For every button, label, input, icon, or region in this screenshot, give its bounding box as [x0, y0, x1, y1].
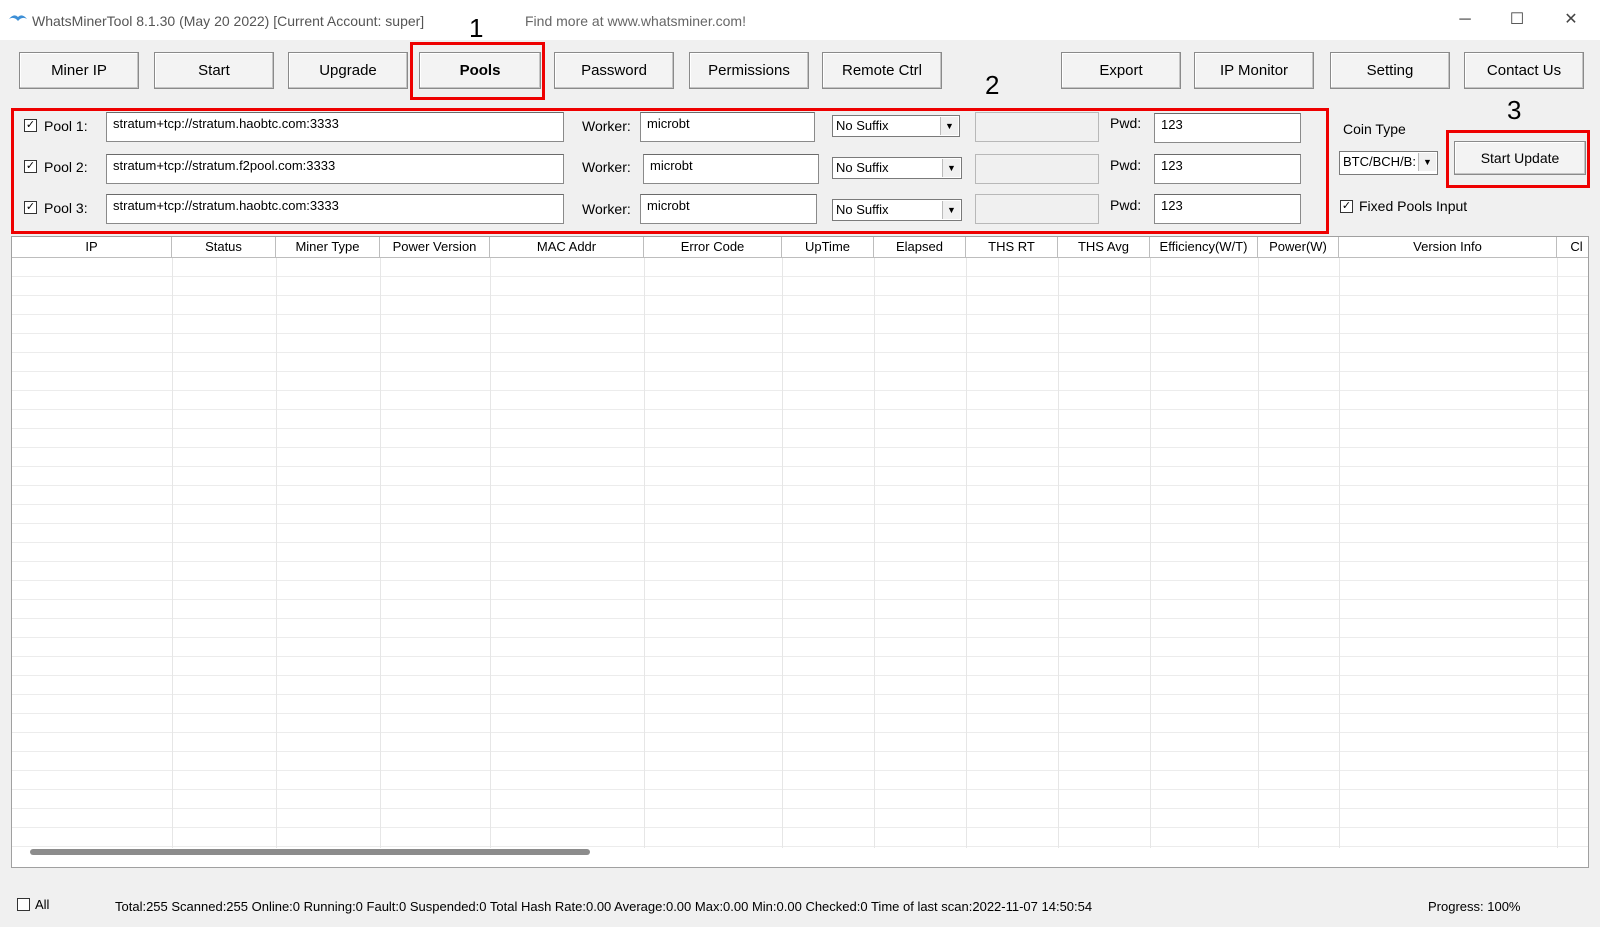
pool-3-worker-label: Worker:	[582, 201, 631, 217]
pool-config-panel: ✓ Pool 1: stratum+tcp://stratum.haobtc.c…	[0, 112, 1330, 232]
annotation-number-2: 2	[985, 70, 1000, 100]
pool-1-pwd-label: Pwd:	[1110, 115, 1142, 131]
coin-type-value: BTC/BCH/B:	[1343, 154, 1416, 169]
column-header-status[interactable]: Status	[172, 237, 276, 257]
pool-1-url-input[interactable]: stratum+tcp://stratum.haobtc.com:3333	[106, 112, 564, 142]
column-header-power[interactable]: Power(W)	[1258, 237, 1339, 257]
pool-3-checkbox[interactable]: ✓	[24, 201, 37, 214]
column-header-mac-addr[interactable]: MAC Addr	[490, 237, 644, 257]
pool-2-pwd-input[interactable]: 123	[1154, 154, 1301, 184]
pool-1-worker-input[interactable]: microbt	[640, 112, 815, 142]
chevron-down-icon: ▼	[1418, 153, 1436, 171]
column-header-ths-avg[interactable]: THS Avg	[1058, 237, 1150, 257]
pool-3-suffix-select[interactable]: No Suffix ▼	[832, 199, 962, 221]
select-all-label: All	[35, 897, 50, 912]
start-update-button[interactable]: Start Update	[1454, 141, 1586, 175]
pools-button[interactable]: Pools	[419, 52, 541, 89]
column-divider	[380, 258, 381, 848]
maximize-icon[interactable]: ☐	[1497, 8, 1537, 32]
column-header-cl[interactable]: Cl	[1557, 237, 1588, 257]
website-link[interactable]: Find more at www.whatsminer.com!	[525, 13, 746, 29]
chevron-down-icon: ▼	[942, 159, 960, 177]
column-header-ths-rt[interactable]: THS RT	[966, 237, 1058, 257]
horizontal-scrollbar-thumb[interactable]	[30, 849, 590, 855]
pool-3-worker-input[interactable]: microbt	[640, 194, 817, 224]
pool-2-url-input[interactable]: stratum+tcp://stratum.f2pool.com:3333	[106, 154, 564, 184]
column-divider	[1258, 258, 1259, 848]
column-header-power-version[interactable]: Power Version	[380, 237, 490, 257]
annotation-number-3: 3	[1507, 95, 1522, 125]
pool-1-checkbox[interactable]: ✓	[24, 119, 37, 132]
miner-ip-button[interactable]: Miner IP	[19, 52, 139, 89]
pool-2-suffix-select[interactable]: No Suffix ▼	[832, 157, 962, 179]
pool-1-suffix-value: No Suffix	[836, 118, 889, 133]
column-divider	[782, 258, 783, 848]
column-header-version-info[interactable]: Version Info	[1339, 237, 1557, 257]
close-icon[interactable]: ✕	[1551, 8, 1591, 32]
column-divider	[1557, 258, 1558, 848]
pool-2-label: Pool 2:	[44, 159, 88, 175]
pool-1-label: Pool 1:	[44, 118, 88, 134]
export-button[interactable]: Export	[1061, 52, 1181, 89]
pool-2-pwd-label: Pwd:	[1110, 157, 1142, 173]
pool-1-suffix-field	[975, 112, 1099, 142]
column-divider	[276, 258, 277, 848]
start-button[interactable]: Start	[154, 52, 274, 89]
pool-3-suffix-field	[975, 194, 1099, 224]
ip-monitor-button[interactable]: IP Monitor	[1194, 52, 1314, 89]
column-divider	[1339, 258, 1340, 848]
chevron-down-icon: ▼	[942, 201, 960, 219]
column-divider	[490, 258, 491, 848]
fixed-pools-label: Fixed Pools Input	[1359, 198, 1468, 214]
permissions-button[interactable]: Permissions	[689, 52, 809, 89]
window-title: WhatsMinerTool 8.1.30 (May 20 2022) [Cur…	[32, 13, 425, 29]
column-header-efficiency[interactable]: Efficiency(W/T)	[1150, 237, 1258, 257]
pool-2-worker-input[interactable]: microbt	[643, 154, 819, 184]
miners-table[interactable]: IP Status Miner Type Power Version MAC A…	[11, 236, 1589, 868]
fixed-pools-checkbox[interactable]: ✓	[1340, 200, 1353, 213]
setting-button[interactable]: Setting	[1330, 52, 1450, 89]
column-divider	[644, 258, 645, 848]
title-bar: WhatsMinerTool 8.1.30 (May 20 2022) [Cur…	[0, 0, 1600, 40]
minimize-icon[interactable]: ─	[1445, 8, 1485, 32]
pool-2-suffix-field	[975, 154, 1099, 184]
chevron-down-icon: ▼	[940, 117, 958, 135]
column-divider	[966, 258, 967, 848]
app-logo-icon	[9, 15, 27, 21]
column-header-elapsed[interactable]: Elapsed	[874, 237, 966, 257]
coin-type-select[interactable]: BTC/BCH/B: ▼	[1339, 151, 1438, 175]
pool-3-suffix-value: No Suffix	[836, 202, 889, 217]
pool-1-pwd-input[interactable]: 123	[1154, 113, 1301, 143]
pool-3-pwd-input[interactable]: 123	[1154, 194, 1301, 224]
column-header-miner-type[interactable]: Miner Type	[276, 237, 380, 257]
column-header-error-code[interactable]: Error Code	[644, 237, 782, 257]
pool-2-worker-label: Worker:	[582, 159, 631, 175]
column-header-ip[interactable]: IP	[12, 237, 172, 257]
pool-3-url-input[interactable]: stratum+tcp://stratum.haobtc.com:3333	[106, 194, 564, 224]
column-divider	[172, 258, 173, 848]
column-divider	[1150, 258, 1151, 848]
upgrade-button[interactable]: Upgrade	[288, 52, 408, 89]
column-divider	[1058, 258, 1059, 848]
password-button[interactable]: Password	[554, 52, 674, 89]
table-header: IP Status Miner Type Power Version MAC A…	[12, 237, 1588, 258]
pool-1-worker-label: Worker:	[582, 118, 631, 134]
scan-summary: Total:255 Scanned:255 Online:0 Running:0…	[115, 899, 1093, 914]
coin-type-label: Coin Type	[1343, 121, 1406, 137]
progress-text: Progress: 100%	[1428, 899, 1521, 914]
contact-us-button[interactable]: Contact Us	[1464, 52, 1584, 89]
column-divider	[874, 258, 875, 848]
select-all-checkbox[interactable]	[17, 898, 30, 911]
column-header-uptime[interactable]: UpTime	[782, 237, 874, 257]
remote-ctrl-button[interactable]: Remote Ctrl	[822, 52, 942, 89]
pool-2-suffix-value: No Suffix	[836, 160, 889, 175]
pool-1-suffix-select[interactable]: No Suffix ▼	[832, 115, 960, 137]
table-body	[12, 258, 1588, 848]
annotation-number-1: 1	[469, 13, 484, 43]
pool-2-checkbox[interactable]: ✓	[24, 160, 37, 173]
pool-3-pwd-label: Pwd:	[1110, 197, 1142, 213]
pool-3-label: Pool 3:	[44, 200, 88, 216]
